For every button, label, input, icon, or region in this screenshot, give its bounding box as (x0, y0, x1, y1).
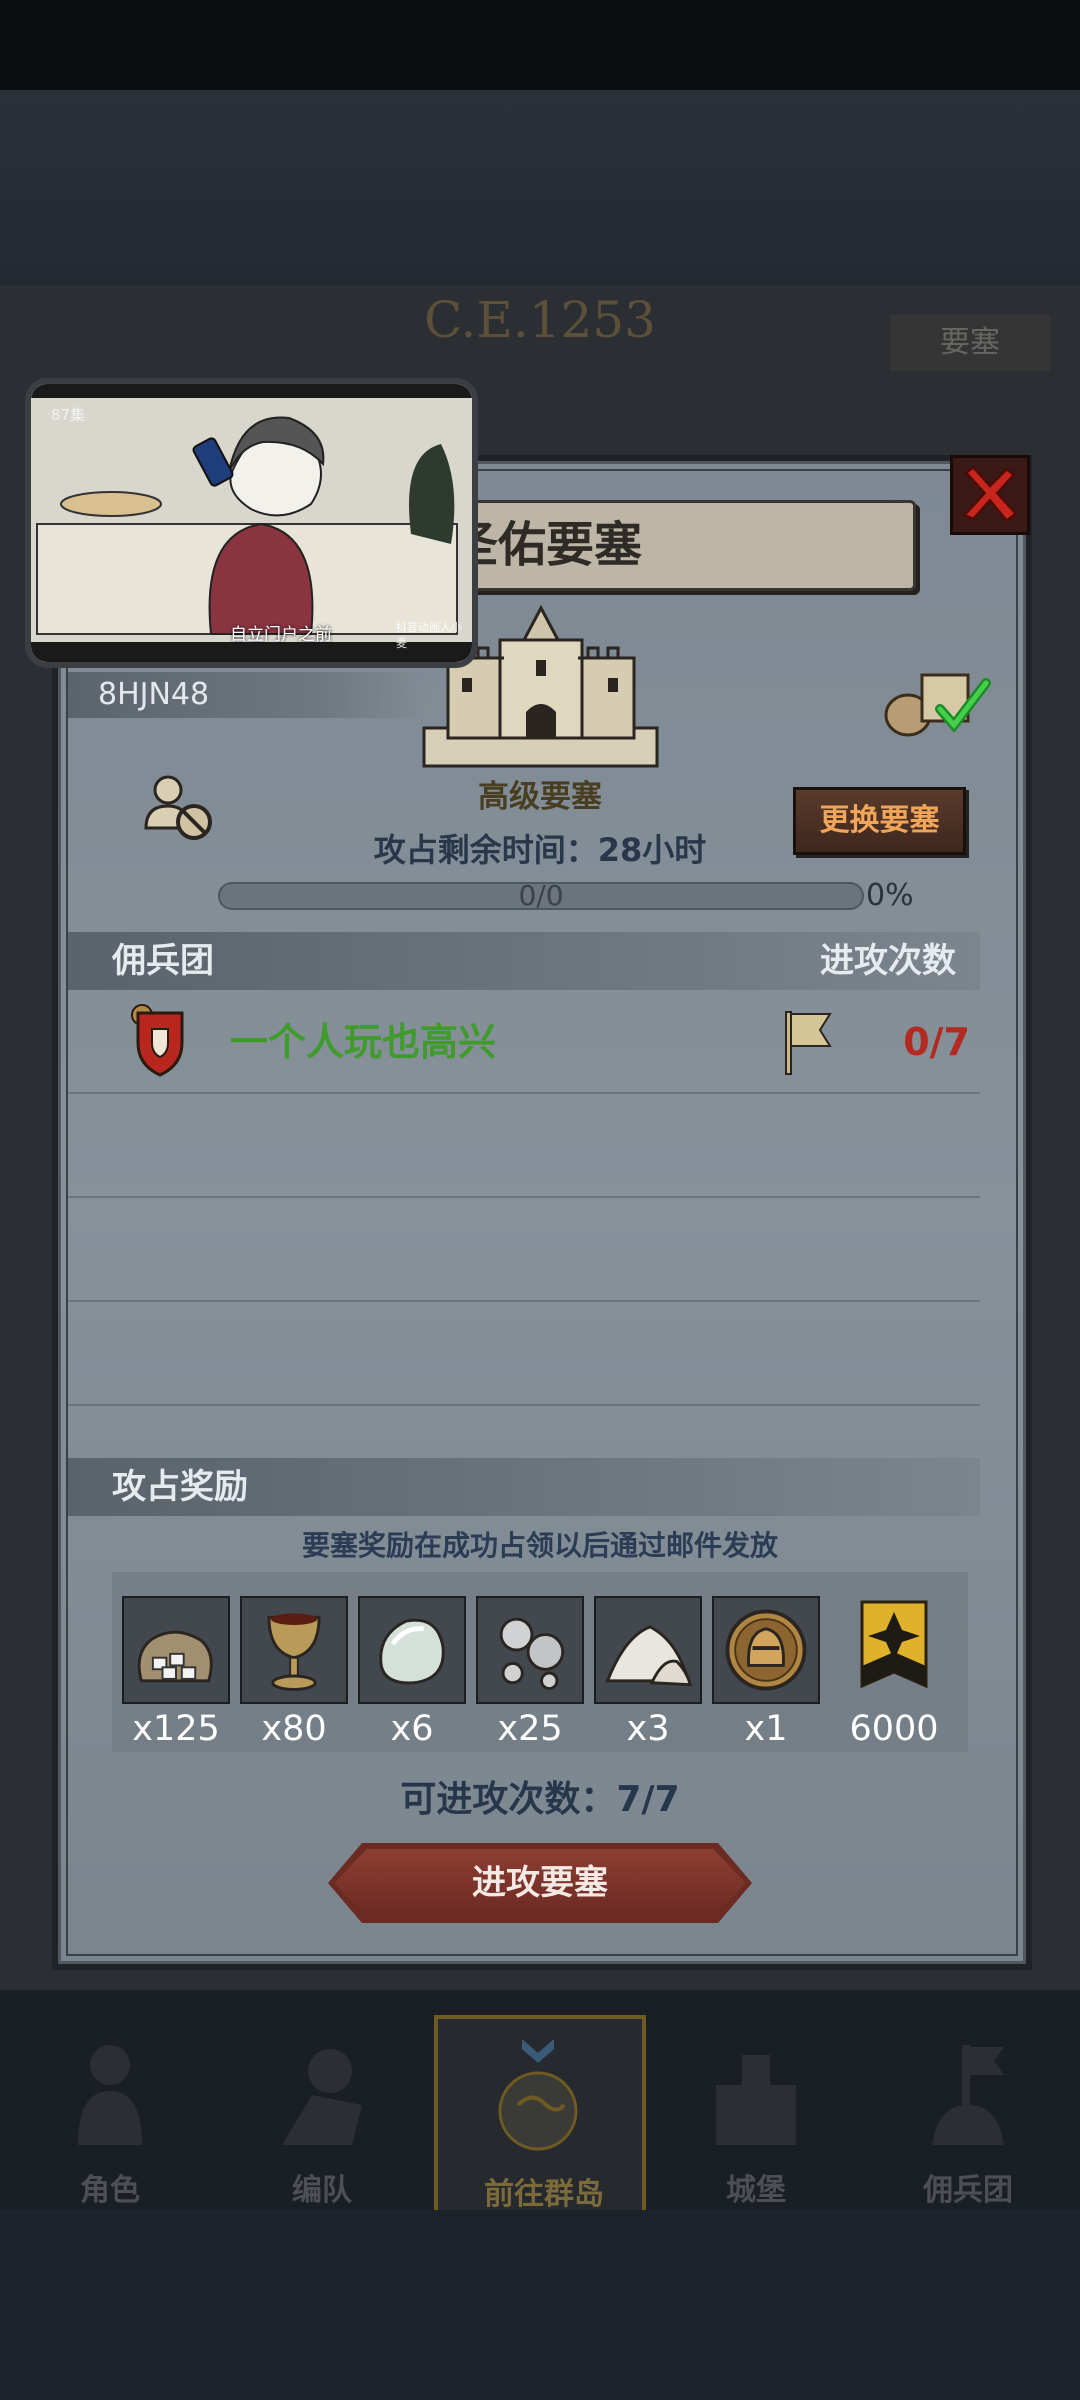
nav-label: 角色 (80, 2173, 140, 2208)
attack-count-header: 进攻次数 (820, 941, 956, 981)
ore-sack-icon (137, 1630, 213, 1683)
reward-section-title: 攻占奖励 (112, 1467, 248, 1507)
castle-icon (716, 2055, 796, 2145)
background-fortress-tag: 要塞 (890, 315, 1050, 371)
nav-formation[interactable]: 编队 (222, 2015, 422, 2215)
system-nav-area (0, 2210, 1080, 2400)
mercenary-section-title: 佣兵团 (112, 941, 214, 981)
progress-label: 0/0 (518, 879, 564, 912)
attack-fortress-label[interactable]: 进攻要塞 (328, 1843, 752, 1923)
nav-character[interactable]: 角色 (10, 2015, 210, 2215)
moonstone-icon (379, 1618, 445, 1685)
close-icon (961, 465, 1018, 523)
mercenary-name: 一个人玩也高兴 (230, 1020, 497, 1064)
fortress-id: 8HJN48 (68, 672, 428, 718)
formation-icon (282, 2049, 362, 2145)
reward-qty: 6000 (849, 1709, 939, 1749)
nav-label: 前往群岛 (484, 2177, 604, 2212)
available-attacks: 可进攻次数：7/7 (400, 1779, 680, 1820)
nav-label: 编队 (292, 2173, 352, 2208)
reward-item[interactable]: x80 (240, 1596, 348, 1756)
list-item-empty (68, 1198, 980, 1302)
reward-qty: x1 (744, 1709, 788, 1749)
reward-qty: x6 (390, 1709, 434, 1749)
dim-overlay (0, 90, 1080, 285)
progress-percent: 0% (866, 878, 914, 913)
pip-caption: 自立门户之前 (230, 625, 332, 645)
mercenary-attack-count: 0/7 (903, 1020, 970, 1064)
character-icon (78, 2045, 142, 2145)
fortress-tier: 高级要塞 (478, 779, 602, 815)
dialog-title: 圣佑要塞 (450, 517, 643, 573)
reward-item[interactable]: 6000 (840, 1596, 948, 1756)
reward-qty: x25 (497, 1709, 563, 1749)
change-fortress-button[interactable]: 更换要塞 (793, 787, 966, 855)
reward-item[interactable]: x6 (358, 1596, 466, 1756)
reward-item[interactable]: x125 (122, 1596, 230, 1756)
nav-castle[interactable]: 城堡 (656, 2015, 856, 2215)
flag-icon (785, 1011, 832, 1075)
salt-pile-icon (605, 1625, 693, 1687)
islands-globe-icon (498, 2039, 578, 2151)
pip-watermark: 抖音动画人小麦 (396, 621, 462, 650)
mercenary-icon (932, 2045, 1004, 2145)
close-button[interactable] (950, 455, 1030, 535)
nav-label: 城堡 (726, 2173, 786, 2208)
list-item-empty (68, 1094, 980, 1198)
silver-nuggets-icon (499, 1617, 565, 1690)
reward-item[interactable]: x25 (476, 1596, 584, 1756)
era-label: C.E.1253 (423, 291, 656, 349)
reward-item[interactable]: x1 (712, 1596, 820, 1756)
supplies-collected-icon (884, 673, 991, 737)
reward-qty: x3 (626, 1709, 670, 1749)
reward-qty: x80 (261, 1709, 327, 1749)
reward-qty: x125 (132, 1709, 220, 1749)
no-occupant-icon (144, 775, 212, 840)
nav-label: 佣兵团 (923, 2173, 1013, 2208)
guild-shield-icon (131, 1004, 184, 1077)
nav-mercenary[interactable]: 佣兵团 (868, 2015, 1068, 2215)
pip-video-window[interactable]: 87集 自立门户之前 抖音动画人小麦 (25, 378, 478, 668)
nav-islands[interactable]: 前往群岛 (434, 2015, 646, 2215)
status-bar (0, 0, 1080, 90)
knight-helmet-medal-icon (725, 1609, 807, 1691)
list-item-empty (68, 1302, 980, 1406)
reward-note: 要塞奖励在成功占领以后通过邮件发放 (301, 1529, 778, 1562)
reward-item[interactable]: x3 (594, 1596, 702, 1756)
remaining-time: 攻占剩余时间：28小时 (373, 831, 707, 869)
goblet-icon (267, 1613, 321, 1691)
honor-badge-icon (860, 1600, 928, 1689)
pip-episode: 87集 (51, 406, 86, 424)
